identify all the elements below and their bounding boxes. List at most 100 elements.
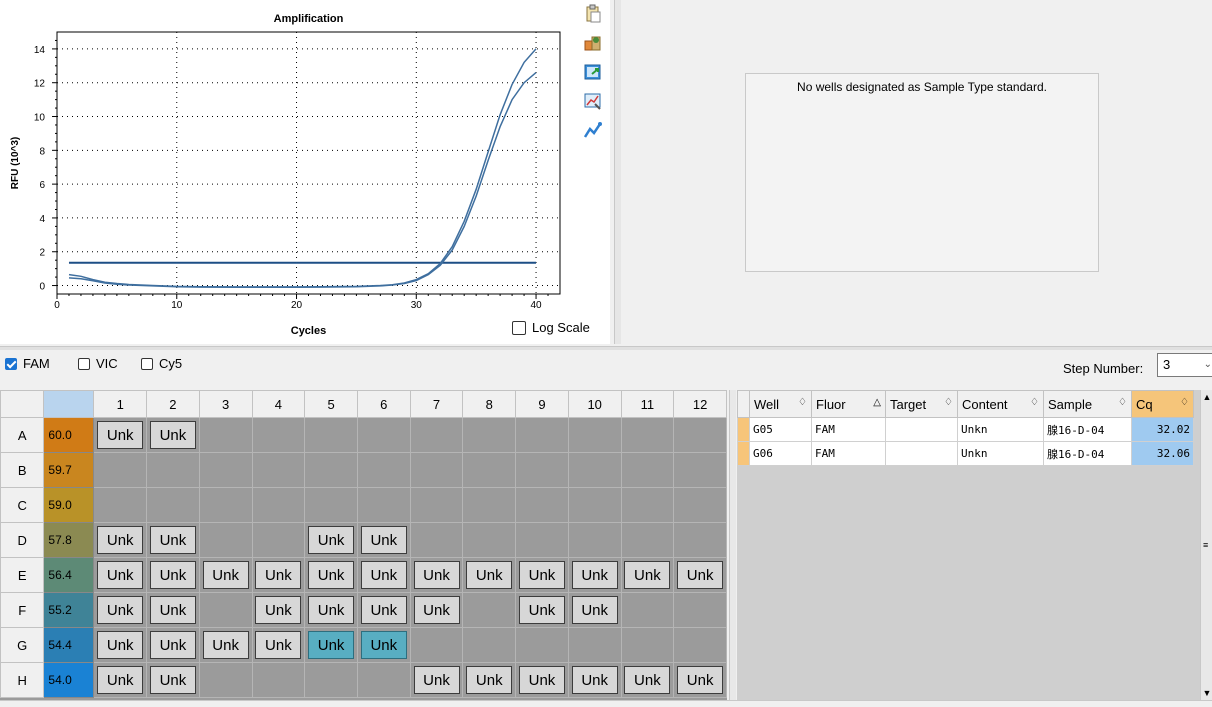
- col-header-content[interactable]: Content ♢: [957, 390, 1044, 418]
- plate-column-header[interactable]: 6: [356, 390, 411, 418]
- plate-row-header[interactable]: B: [0, 452, 45, 488]
- col-header-well[interactable]: Well ♢: [749, 390, 812, 418]
- plate-well[interactable]: [673, 452, 727, 488]
- plate-well[interactable]: [462, 417, 517, 453]
- plate-well[interactable]: [462, 592, 517, 628]
- plate-well[interactable]: [409, 417, 464, 453]
- plate-well[interactable]: Unk: [462, 662, 517, 698]
- plate-well[interactable]: [673, 592, 727, 628]
- plate-well[interactable]: Unk: [146, 627, 200, 663]
- plate-well[interactable]: Unk: [304, 627, 358, 663]
- plate-well[interactable]: [620, 522, 675, 558]
- plate-well[interactable]: [620, 452, 675, 488]
- plate-well[interactable]: [515, 452, 569, 488]
- cell-well[interactable]: G06: [749, 441, 812, 466]
- plate-well[interactable]: [198, 452, 253, 488]
- plate-well[interactable]: [567, 522, 622, 558]
- plate-well[interactable]: Unk: [93, 557, 148, 593]
- plate-well[interactable]: [356, 452, 411, 488]
- results-scrollbar[interactable]: ▲ ≡ ▼: [1200, 390, 1212, 700]
- col-header-fluor[interactable]: Fluor △: [811, 390, 886, 418]
- cell-cq[interactable]: 32.02: [1131, 417, 1194, 442]
- cell-content[interactable]: Unkn: [957, 417, 1044, 442]
- clipboard-icon[interactable]: [583, 4, 603, 24]
- plate-well[interactable]: Unk: [515, 592, 569, 628]
- plate-well[interactable]: Unk: [356, 522, 411, 558]
- chart-settings-icon[interactable]: [583, 91, 603, 111]
- plate-well[interactable]: [567, 452, 622, 488]
- plate-well[interactable]: Unk: [146, 662, 200, 698]
- plate-well[interactable]: [251, 417, 306, 453]
- plate-well[interactable]: [198, 417, 253, 453]
- plate-well[interactable]: [673, 487, 727, 523]
- cy5-checkbox[interactable]: [141, 357, 153, 370]
- plate-well[interactable]: [515, 627, 569, 663]
- plate-well[interactable]: [198, 592, 253, 628]
- plate-well[interactable]: [409, 522, 464, 558]
- plate-well[interactable]: [304, 417, 358, 453]
- plate-well[interactable]: Unk: [93, 662, 148, 698]
- scroll-down-icon[interactable]: ▼: [1201, 686, 1212, 700]
- plate-well[interactable]: Unk: [146, 417, 200, 453]
- col-header-sample[interactable]: Sample ♢: [1043, 390, 1132, 418]
- plate-well[interactable]: [409, 452, 464, 488]
- plate-well[interactable]: Unk: [673, 557, 727, 593]
- plate-well[interactable]: [304, 662, 358, 698]
- plate-well[interactable]: Unk: [356, 592, 411, 628]
- plate-well[interactable]: Unk: [409, 592, 464, 628]
- plate-column-header[interactable]: 4: [251, 390, 306, 418]
- plate-column-header[interactable]: 8: [462, 390, 517, 418]
- plate-well[interactable]: [356, 417, 411, 453]
- plate-well[interactable]: [409, 627, 464, 663]
- plate-well[interactable]: [462, 487, 517, 523]
- plate-column-header[interactable]: 7: [409, 390, 464, 418]
- table-row[interactable]: G06 FAM Unkn 腺16-D-04 32.06: [737, 441, 1194, 466]
- plate-well[interactable]: Unk: [567, 557, 622, 593]
- plate-row-header[interactable]: G: [0, 627, 45, 663]
- plate-well[interactable]: Unk: [515, 662, 569, 698]
- plate-well[interactable]: [620, 627, 675, 663]
- plate-well[interactable]: Unk: [304, 592, 358, 628]
- plate-well[interactable]: Unk: [356, 557, 411, 593]
- plate-row-header[interactable]: A: [0, 417, 45, 453]
- plate-well[interactable]: [251, 452, 306, 488]
- plate-well[interactable]: Unk: [409, 557, 464, 593]
- log-scale-toggle[interactable]: Log Scale: [512, 320, 590, 335]
- cell-target[interactable]: [885, 441, 958, 466]
- plate-well[interactable]: Unk: [198, 557, 253, 593]
- plate-well[interactable]: [198, 662, 253, 698]
- plate-well[interactable]: [304, 487, 358, 523]
- cell-cq[interactable]: 32.06: [1131, 441, 1194, 466]
- results-splitter[interactable]: [729, 390, 736, 700]
- vic-checkbox[interactable]: [78, 357, 90, 370]
- cell-sample[interactable]: 腺16-D-04: [1043, 417, 1132, 442]
- col-header-target[interactable]: Target ♢: [885, 390, 958, 418]
- plate-well[interactable]: [304, 452, 358, 488]
- table-row[interactable]: G05 FAM Unkn 腺16-D-04 32.02: [737, 417, 1194, 442]
- plate-column-header[interactable]: 3: [198, 390, 253, 418]
- plate-well[interactable]: Unk: [515, 557, 569, 593]
- plate-well[interactable]: Unk: [304, 522, 358, 558]
- plate-well[interactable]: [356, 487, 411, 523]
- plate-well[interactable]: [515, 487, 569, 523]
- plate-well[interactable]: [567, 417, 622, 453]
- plate-well[interactable]: Unk: [620, 662, 675, 698]
- plate-well[interactable]: Unk: [409, 662, 464, 698]
- plate-well[interactable]: [567, 627, 622, 663]
- plate-row-header[interactable]: E: [0, 557, 45, 593]
- plate-well[interactable]: Unk: [620, 557, 675, 593]
- plate-column-header[interactable]: 5: [304, 390, 358, 418]
- plate-well[interactable]: Unk: [462, 557, 517, 593]
- plate-well[interactable]: [93, 452, 148, 488]
- plate-column-header[interactable]: 9: [515, 390, 569, 418]
- plate-column-header[interactable]: 11: [620, 390, 675, 418]
- log-scale-checkbox[interactable]: [512, 320, 526, 335]
- plate-well[interactable]: [567, 487, 622, 523]
- plate-column-header[interactable]: 2: [146, 390, 200, 418]
- export-tools-icon[interactable]: [583, 33, 603, 53]
- row-selector[interactable]: [737, 441, 750, 466]
- plate-well[interactable]: Unk: [93, 627, 148, 663]
- plate-column-header[interactable]: 1: [93, 390, 148, 418]
- trend-line-icon[interactable]: [583, 120, 603, 140]
- plate-well[interactable]: Unk: [567, 592, 622, 628]
